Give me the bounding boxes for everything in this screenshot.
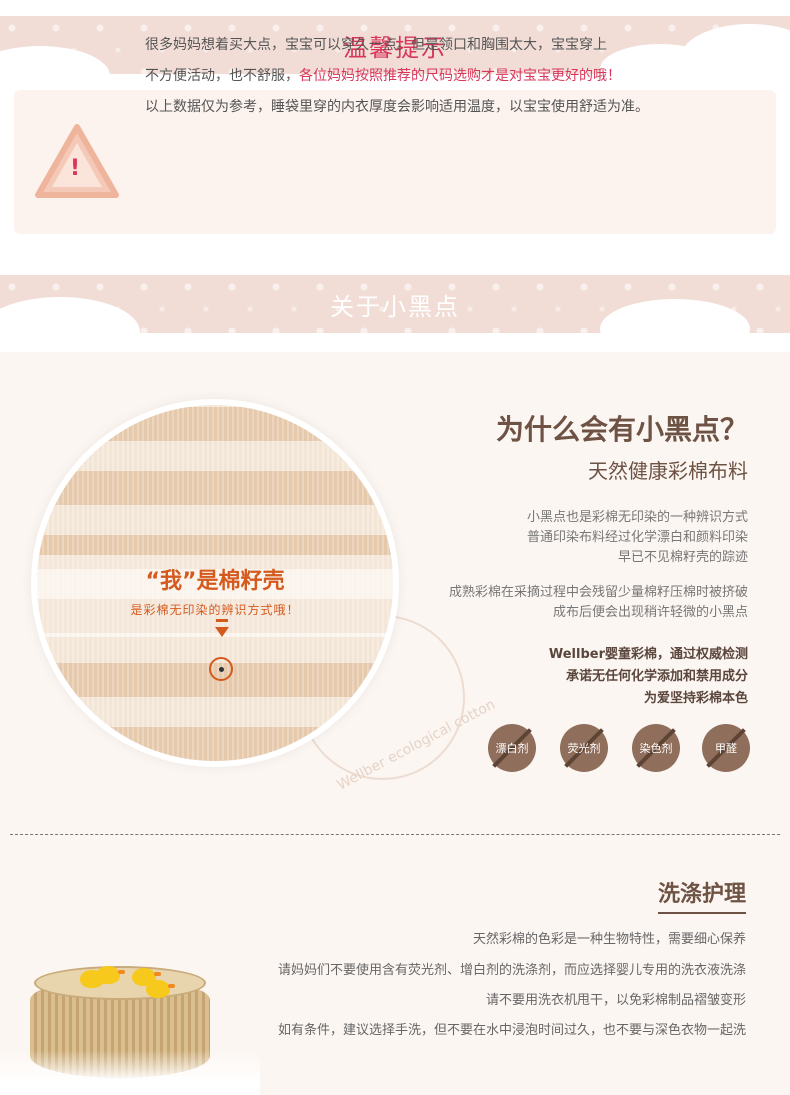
seed-shell-label: “我”是棉籽壳	[145, 569, 285, 594]
about-dots-banner: 关于小黑点	[0, 275, 790, 333]
notice-line: 不方便活动，也不舒服，各位妈妈按照推荐的尺码选购才是对宝宝更好的哦！	[145, 61, 649, 92]
paragraph-line: 成布后便会出现稍许轻微的小黑点	[552, 605, 748, 620]
seed-shell-sublabel: 是彩棉无印染的辨识方式哦！	[130, 603, 300, 617]
care-line: 请妈妈们不要使用含有荧光剂、增白剂的洗涤剂，而应选择婴儿专用的洗衣液洗涤	[277, 963, 746, 978]
no-additive-badges: 漂白剂 荧光剂 染色剂 甲醛	[488, 724, 750, 774]
arrow-down-icon	[215, 627, 229, 637]
notice-text: 很多妈妈想着买大点，宝宝可以穿久一点。但是领口和胸围太大，宝宝穿上 不方便活动，…	[145, 30, 649, 123]
dots-title: 为什么会有小黑点？	[495, 413, 748, 446]
rubber-duck-icon	[96, 966, 125, 984]
paragraph-line: 小黑点也是彩棉无印染的一种辨识方式	[526, 510, 748, 525]
fabric-closeup: “我”是棉籽壳 是彩棉无印染的辨识方式哦！	[37, 405, 393, 761]
care-title: 洗涤护理	[657, 876, 746, 914]
badge-label: 甲醛	[715, 742, 737, 755]
fur-rug	[0, 1050, 260, 1095]
dots-subtitle: 天然健康彩棉布料	[588, 459, 748, 483]
paragraph-line: 成熟彩棉在采摘过程中会残留少量棉籽压棉时被挤破	[448, 585, 748, 600]
banner-title: 关于小黑点	[330, 293, 460, 321]
dots-commitment: Wellber婴童彩棉，通过权威检测 承诺无任何化学添加和禁用成分 为爱坚持彩棉…	[549, 644, 748, 710]
badge-label: 染色剂	[639, 742, 673, 755]
paragraph-line: 承诺无任何化学添加和禁用成分	[565, 669, 748, 684]
care-line: 天然彩棉的色彩是一种生物特性，需要细心保养	[472, 932, 746, 947]
no-dye-badge-icon: 染色剂	[632, 724, 680, 772]
no-bleach-badge-icon: 漂白剂	[488, 724, 536, 772]
section-divider	[10, 834, 780, 835]
rubber-duck-icon	[146, 980, 175, 998]
notice-line: 很多妈妈想着买大点，宝宝可以穿久一点。但是领口和胸围太大，宝宝穿上	[145, 37, 607, 53]
badge-label: 荧光剂	[567, 742, 601, 755]
warning-mark: !	[70, 156, 81, 181]
dots-paragraph: 成熟彩棉在采摘过程中会残留少量棉籽压棉时被挤破 成布后便会出现稍许轻微的小黑点	[449, 583, 748, 623]
notice-line-prefix: 不方便活动，也不舒服，	[145, 68, 299, 84]
badge-label: 漂白剂	[495, 742, 529, 755]
notice-line: 以上数据仅为参考，睡袋里穿的内衣厚度会影响适用温度，以宝宝使用舒适为准。	[145, 99, 649, 115]
paragraph-line: Wellber婴童彩棉，通过权威检测	[548, 647, 748, 662]
care-line: 如有条件，建议选择手洗，但不要在水中浸泡时间过久，也不要与深色衣物一起洗	[277, 1023, 746, 1038]
black-dot	[219, 667, 224, 672]
notice-highlight: 各位妈妈按照推荐的尺码选购才是对宝宝更好的哦！	[299, 68, 621, 84]
paragraph-line: 为爱坚持彩棉本色	[643, 691, 748, 706]
paragraph-line: 早已不见棉籽壳的踪迹	[617, 550, 748, 565]
care-line: 请不要用洗衣机甩干，以免彩棉制品褶皱变形	[485, 993, 746, 1008]
dots-paragraph: 小黑点也是彩棉无印染的一种辨识方式 普通印染布料经过化学漂白和颜料印染 早已不见…	[527, 508, 748, 568]
no-fluorescent-badge-icon: 荧光剂	[560, 724, 608, 772]
no-formaldehyde-badge-icon: 甲醛	[702, 724, 750, 772]
arrow-bar	[216, 619, 228, 622]
paragraph-line: 普通印染布料经过化学漂白和颜料印染	[526, 530, 748, 545]
